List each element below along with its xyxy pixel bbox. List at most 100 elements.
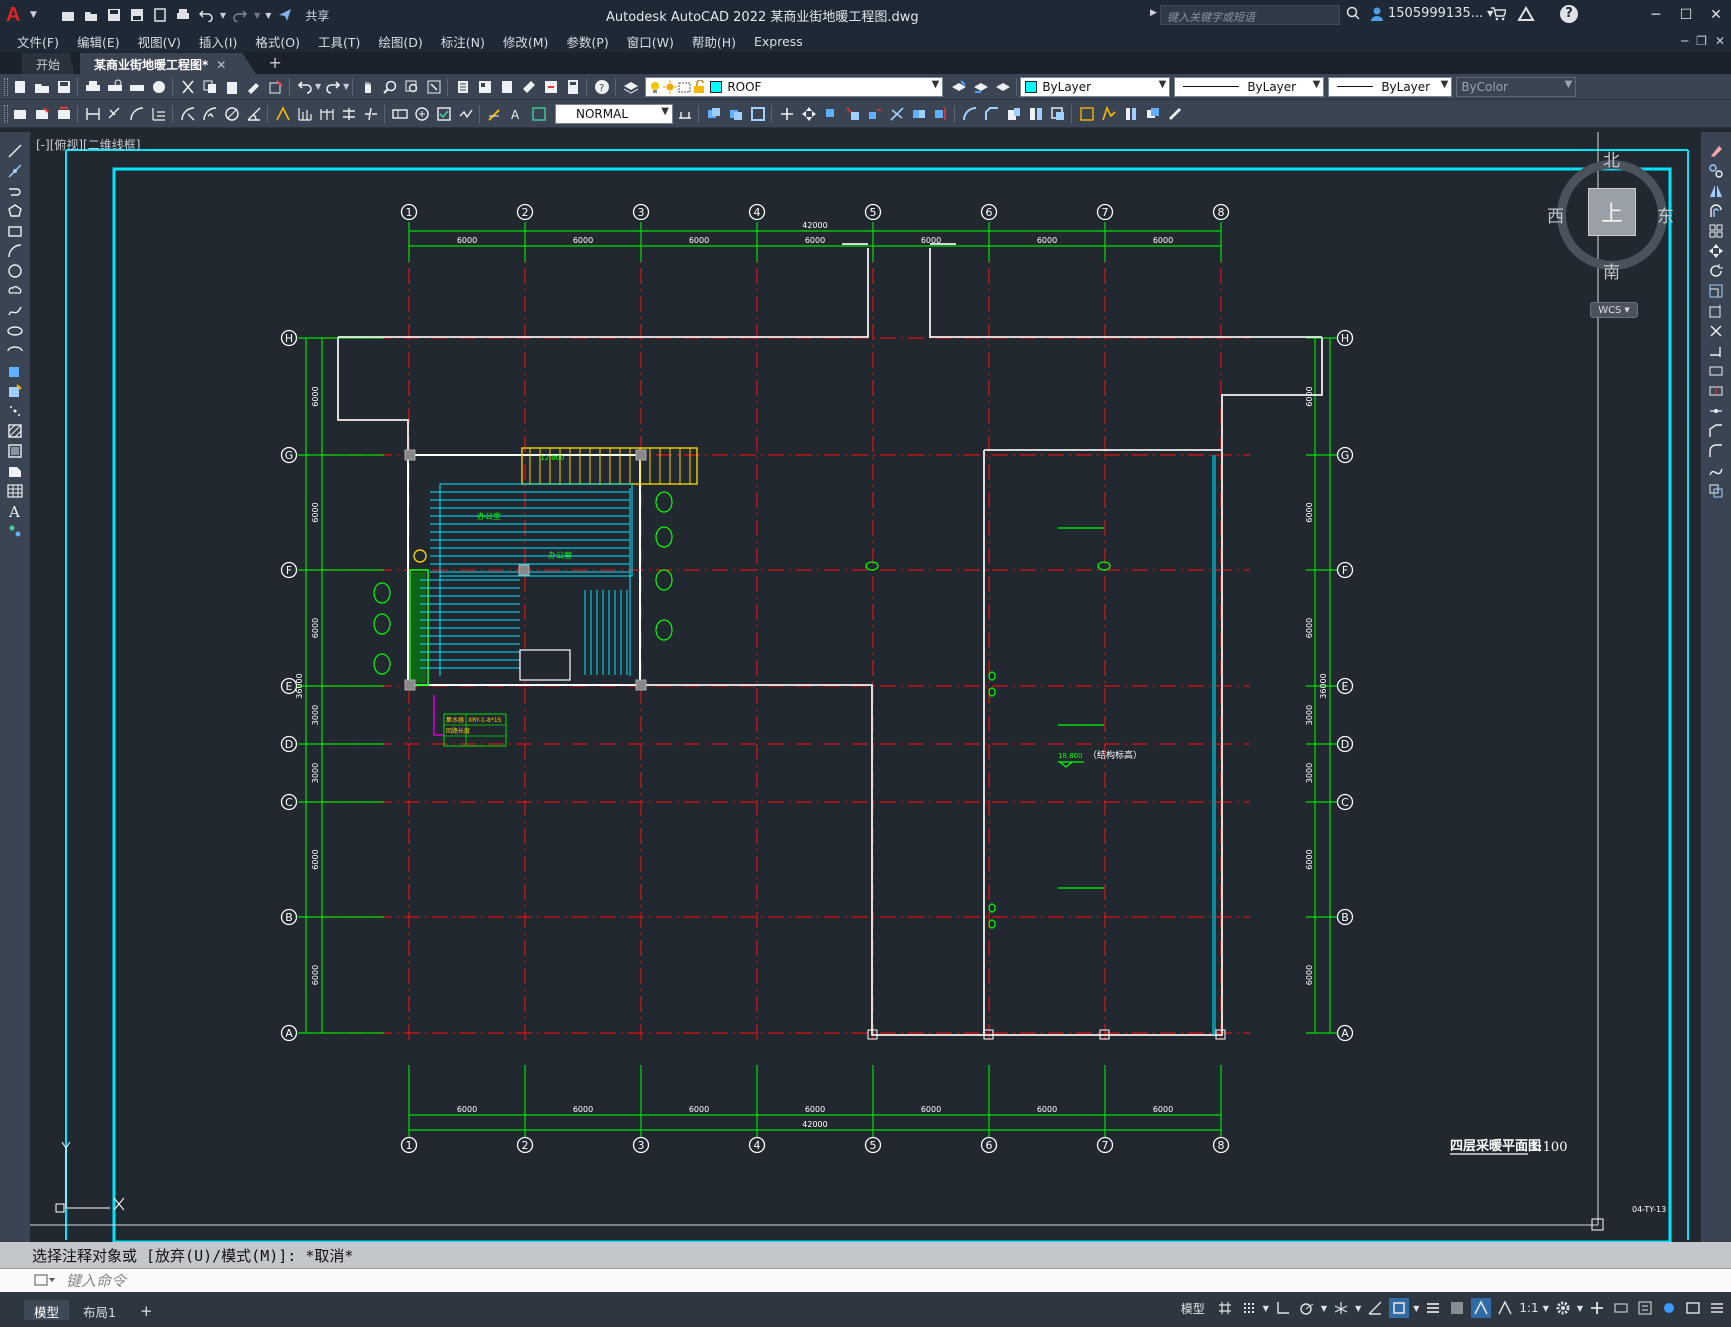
plotstyle-dropdown-chevron-icon[interactable]: ▼: [1565, 79, 1573, 90]
customize-qa-icon[interactable]: ▼: [265, 11, 271, 20]
construction-line-icon[interactable]: [5, 162, 25, 180]
break-tool-icon[interactable]: [1706, 382, 1726, 400]
scale-tool-icon[interactable]: [1706, 282, 1726, 300]
arc-tool-icon[interactable]: [5, 242, 25, 260]
transparency-icon[interactable]: [1447, 1298, 1467, 1318]
extend-tool-icon[interactable]: [1706, 342, 1726, 360]
autodesk-app-icon[interactable]: [1517, 6, 1537, 25]
drawing-canvas[interactable]: 集水器 XRY-1-8*15 回路长度 办公室 办公室 12.800 18.80…: [30, 132, 1701, 1242]
revision-cloud-icon[interactable]: [5, 282, 25, 300]
inspection-icon[interactable]: [434, 104, 454, 124]
menu-dimension[interactable]: 标注(N): [441, 32, 485, 51]
draw-order-icon[interactable]: [1121, 104, 1141, 124]
linear-dimension-icon[interactable]: [83, 104, 103, 124]
explode-icon[interactable]: [1026, 104, 1046, 124]
continue-dimension-icon[interactable]: [317, 104, 337, 124]
new-icon[interactable]: [59, 6, 77, 24]
menu-modify[interactable]: 修改(M): [503, 32, 549, 51]
drawing-viewport[interactable]: 集水器 XRY-1-8*15 回路长度 办公室 办公室 12.800 18.80…: [30, 132, 1701, 1242]
pan-icon[interactable]: [358, 77, 378, 97]
plotstyle-dropdown[interactable]: ByColor ▼: [1456, 76, 1577, 97]
viewcube-top-face[interactable]: 上: [1588, 188, 1636, 236]
menu-edit[interactable]: 编辑(E): [77, 32, 120, 51]
doc-minimize-button[interactable]: ─: [1681, 34, 1688, 48]
compass-west[interactable]: 西: [1547, 202, 1564, 227]
layer-dropdown[interactable]: ROOF ▼: [645, 76, 944, 97]
linetype-dropdown-chevron-icon[interactable]: ▼: [1313, 79, 1321, 90]
save-as-icon[interactable]: [128, 6, 146, 24]
group-icon[interactable]: [1077, 104, 1097, 124]
chamfer-icon[interactable]: [982, 104, 1002, 124]
chamfer-tool-icon[interactable]: [1706, 422, 1726, 440]
dimension-break-icon[interactable]: [361, 104, 381, 124]
ordinate-dimension-icon[interactable]: [149, 104, 169, 124]
explode-tool-icon[interactable]: [1706, 482, 1726, 500]
blend-curves-icon[interactable]: [1706, 462, 1726, 480]
tolerance-icon[interactable]: [390, 104, 410, 124]
undo-tool-icon[interactable]: [295, 77, 315, 97]
compass-south[interactable]: 南: [1603, 258, 1620, 283]
open-drawing-icon[interactable]: [32, 77, 52, 97]
rotate-tool-icon[interactable]: [1706, 262, 1726, 280]
lineweight-dropdown[interactable]: ByLayer ▼: [1328, 76, 1453, 97]
help-tool-icon[interactable]: ?: [592, 77, 612, 97]
circle-tool-icon[interactable]: [5, 262, 25, 280]
search-input[interactable]: 键入关键字或短语: [1160, 5, 1340, 25]
extend-icon[interactable]: [909, 104, 929, 124]
trim-tool-icon[interactable]: [1706, 322, 1726, 340]
save-drawing-icon[interactable]: [54, 77, 74, 97]
layer-unlock-icon[interactable]: [692, 79, 706, 94]
wcs-menu-button[interactable]: WCS ▼: [1590, 302, 1638, 318]
add-layout-button[interactable]: +: [130, 1300, 163, 1320]
layer-viewport-icon[interactable]: [678, 80, 692, 94]
new-drawing-icon[interactable]: [10, 77, 30, 97]
properties-match-icon[interactable]: [1165, 104, 1185, 124]
open-icon[interactable]: [82, 6, 100, 24]
copy-tool-icon[interactable]: [1706, 162, 1726, 180]
offset-icon[interactable]: [748, 104, 768, 124]
gradient-tool-icon[interactable]: [5, 442, 25, 460]
command-line[interactable]: 键入命令: [0, 1268, 1731, 1292]
multiline-text-icon[interactable]: A: [5, 502, 25, 520]
menu-draw[interactable]: 绘图(D): [378, 32, 422, 51]
markup-icon[interactable]: [541, 77, 561, 97]
hatch-tool-icon[interactable]: [5, 422, 25, 440]
erase-icon[interactable]: [1048, 104, 1068, 124]
menu-insert[interactable]: 插入(I): [199, 32, 237, 51]
jogged-dimension-icon[interactable]: [200, 104, 220, 124]
lineweight-display-icon[interactable]: [1423, 1298, 1443, 1318]
export-icon[interactable]: [151, 6, 169, 24]
plot-preview-icon[interactable]: [105, 77, 125, 97]
fillet-icon[interactable]: [1004, 104, 1024, 124]
scale-icon[interactable]: [843, 104, 863, 124]
paste-icon[interactable]: [222, 77, 242, 97]
point-tool-icon[interactable]: [5, 402, 25, 420]
model-space-button[interactable]: 模型: [1174, 1298, 1211, 1318]
plot-drawing-icon[interactable]: [83, 77, 103, 97]
plot-icon[interactable]: [174, 6, 192, 24]
ortho-mode-icon[interactable]: [1273, 1298, 1293, 1318]
doc-restore-button[interactable]: ❐: [1696, 34, 1707, 48]
cart-icon[interactable]: [1490, 7, 1507, 24]
spline-tool-icon[interactable]: [5, 302, 25, 320]
app-menu-chevron-icon[interactable]: ▼: [30, 10, 37, 20]
isolate-objects-icon[interactable]: [1659, 1298, 1679, 1318]
array-tool-icon[interactable]: [1706, 222, 1726, 240]
color-dropdown[interactable]: ByLayer ▼: [1020, 76, 1171, 97]
save-icon[interactable]: [105, 6, 123, 24]
close-tab-icon[interactable]: ✕: [216, 58, 226, 72]
join-icon[interactable]: [960, 104, 980, 124]
layer-thaw-sun-icon[interactable]: [662, 79, 678, 94]
layer-states-icon[interactable]: [993, 77, 1013, 97]
move-icon[interactable]: [799, 104, 819, 124]
viewport-controls-label[interactable]: [-][俯视][二维线框]: [36, 136, 140, 153]
close-button[interactable]: ✕: [1701, 0, 1731, 30]
break-icon[interactable]: [931, 104, 951, 124]
minimize-button[interactable]: ─: [1641, 0, 1671, 30]
radius-dimension-icon[interactable]: [178, 104, 198, 124]
add-selected-icon[interactable]: [5, 522, 25, 540]
clean-screen-icon[interactable]: [1683, 1298, 1703, 1318]
menu-window[interactable]: 窗口(W): [627, 32, 674, 51]
grid-display-icon[interactable]: [1215, 1298, 1235, 1318]
quick-properties-icon[interactable]: [1635, 1298, 1655, 1318]
